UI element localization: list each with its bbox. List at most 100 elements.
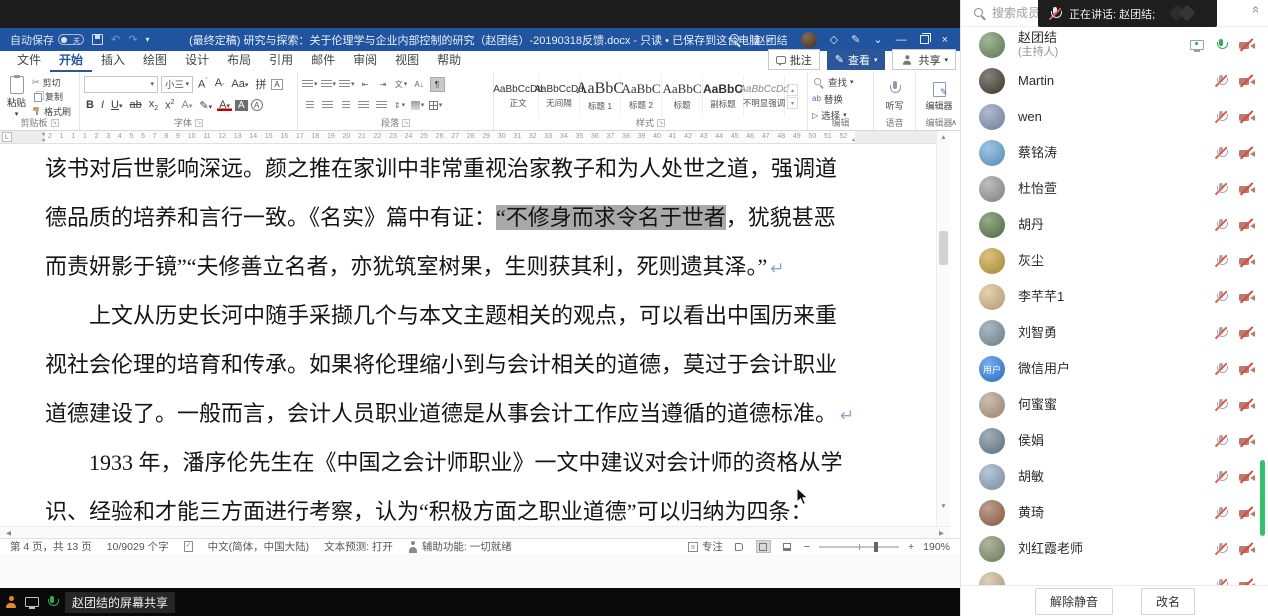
font-size-dropdown[interactable]: 小三▾ bbox=[161, 76, 193, 93]
camera-off-icon[interactable] bbox=[1238, 290, 1255, 304]
camera-off-icon[interactable] bbox=[1238, 254, 1255, 268]
dictate-button[interactable]: 听写 bbox=[878, 75, 911, 118]
word-vertical-scrollbar[interactable]: ▲ ▼ bbox=[936, 131, 950, 526]
distribute-button[interactable] bbox=[374, 98, 389, 113]
font-dialog-launcher[interactable]: ↘ bbox=[195, 119, 203, 127]
read-mode-button[interactable] bbox=[732, 540, 747, 553]
camera-off-icon[interactable] bbox=[1238, 470, 1255, 484]
camera-off-icon[interactable] bbox=[1238, 578, 1255, 585]
camera-off-icon[interactable] bbox=[1238, 146, 1255, 160]
superscript-button[interactable]: x2 bbox=[163, 99, 176, 112]
participant-row[interactable]: 刘红霞老师 bbox=[961, 531, 1268, 567]
styles-down-icon[interactable]: ▾ bbox=[787, 97, 798, 109]
rename-button[interactable]: 改名 bbox=[1141, 588, 1195, 615]
text-effects-button[interactable]: A▾ bbox=[180, 99, 195, 111]
autosave-switch-icon[interactable]: 关 bbox=[58, 34, 84, 45]
asian-layout-button[interactable]: 文▾ bbox=[394, 77, 409, 92]
borders-button[interactable]: ▾ bbox=[428, 98, 443, 113]
mic-on-icon[interactable] bbox=[1214, 38, 1228, 53]
undo-icon[interactable]: ↶ bbox=[111, 33, 120, 46]
draw-pen-icon[interactable]: ✎ bbox=[851, 33, 860, 46]
decrease-indent-button[interactable]: ⇤ bbox=[358, 77, 373, 92]
word-horizontal-scrollbar[interactable]: ◀ ▶ bbox=[0, 526, 950, 538]
shrink-font-button[interactable]: Aˇ bbox=[213, 77, 227, 91]
mic-muted-icon[interactable] bbox=[1214, 434, 1228, 449]
text-prediction[interactable]: 文本预测: 打开 bbox=[324, 539, 393, 554]
shading-button[interactable]: ▾ bbox=[410, 98, 425, 113]
tab-邮件[interactable]: 邮件 bbox=[302, 49, 344, 72]
word-count[interactable]: 10/9029 个字 bbox=[107, 539, 169, 554]
participant-scrollbar[interactable] bbox=[1260, 460, 1265, 536]
tab-绘图[interactable]: 绘图 bbox=[134, 49, 176, 72]
font-name-dropdown[interactable]: ▾ bbox=[84, 76, 158, 93]
camera-off-icon[interactable] bbox=[1238, 326, 1255, 340]
account-avatar[interactable] bbox=[801, 32, 817, 48]
style-card[interactable]: AaBbCcDd正文 bbox=[498, 75, 539, 117]
line-spacing-button[interactable]: ⇕▾ bbox=[392, 98, 407, 113]
close-button[interactable]: × bbox=[942, 34, 948, 46]
view-mode-button[interactable]: ✎查看▾ bbox=[827, 49, 886, 70]
participant-row[interactable]: 蔡铭涛 bbox=[961, 135, 1268, 171]
participant-row[interactable]: Martin bbox=[961, 63, 1268, 99]
copy-button[interactable]: 复制 bbox=[32, 90, 71, 103]
highlight-button[interactable]: ✎▾ bbox=[197, 99, 214, 112]
zoom-slider[interactable] bbox=[819, 546, 899, 548]
scroll-left-icon[interactable]: ◀ bbox=[6, 529, 11, 537]
multilevel-list-button[interactable]: ▾ bbox=[339, 77, 355, 92]
save-icon[interactable] bbox=[92, 34, 103, 45]
print-layout-button[interactable] bbox=[756, 540, 771, 553]
redo-icon[interactable]: ↷ bbox=[128, 33, 137, 46]
tab-插入[interactable]: 插入 bbox=[92, 49, 134, 72]
styles-up-icon[interactable]: ▴ bbox=[787, 84, 798, 96]
tab-布局[interactable]: 布局 bbox=[218, 49, 260, 72]
camera-off-icon[interactable] bbox=[1238, 74, 1255, 88]
participant-list[interactable]: 赵团结(主持人)Martinwen蔡铭涛杜怡萱胡丹灰尘李芊芊1刘智勇用户微信用户… bbox=[961, 27, 1268, 585]
collapse-ribbon-icon[interactable]: ∧ bbox=[951, 118, 957, 127]
participant-row[interactable] bbox=[961, 567, 1268, 585]
bold-button[interactable]: B bbox=[84, 99, 96, 111]
language-indicator[interactable]: 中文(简体，中国大陆) bbox=[208, 539, 310, 554]
participant-row[interactable]: 李芊芊1 bbox=[961, 279, 1268, 315]
enclose-characters-button[interactable]: A bbox=[251, 99, 263, 111]
participant-row[interactable]: 刘智勇 bbox=[961, 315, 1268, 351]
restore-button[interactable] bbox=[920, 35, 929, 44]
unmute-button[interactable]: 解除静音 bbox=[1035, 588, 1113, 615]
mic-muted-icon[interactable] bbox=[1214, 578, 1228, 586]
tab-文件[interactable]: 文件 bbox=[8, 49, 50, 72]
align-right-button[interactable] bbox=[338, 98, 353, 113]
tab-引用[interactable]: 引用 bbox=[260, 49, 302, 72]
mic-muted-icon[interactable] bbox=[1214, 362, 1228, 377]
proofing-icon[interactable] bbox=[184, 541, 193, 552]
page-indicator[interactable]: 第 4 页，共 13 页 bbox=[10, 539, 92, 554]
bullets-button[interactable]: ▾ bbox=[302, 77, 318, 92]
premium-gem-icon[interactable]: ◇ bbox=[830, 33, 838, 46]
participant-row[interactable]: 何蜜蜜 bbox=[961, 387, 1268, 423]
mic-muted-icon[interactable] bbox=[1214, 470, 1228, 485]
mic-muted-icon[interactable] bbox=[1214, 326, 1228, 341]
participant-row[interactable]: 杜怡萱 bbox=[961, 171, 1268, 207]
participant-row[interactable]: 用户微信用户 bbox=[961, 351, 1268, 387]
style-card[interactable]: AaBbCcDd无间隔 bbox=[539, 75, 580, 117]
tab-selector-icon[interactable]: L bbox=[2, 132, 12, 142]
qat-customize-icon[interactable]: ▾ bbox=[145, 35, 149, 44]
scroll-down-icon[interactable]: ▼ bbox=[937, 503, 950, 510]
mic-muted-icon[interactable] bbox=[1214, 290, 1228, 305]
search-icon[interactable] bbox=[729, 33, 742, 46]
change-case-button[interactable]: Aa▾ bbox=[229, 78, 250, 90]
zoom-in-button[interactable]: + bbox=[908, 541, 914, 553]
minimize-button[interactable]: — bbox=[896, 34, 907, 46]
title-dropdown-icon[interactable]: ∨ bbox=[765, 35, 771, 44]
style-card[interactable]: AaBbC标题 bbox=[662, 75, 703, 117]
sort-button[interactable]: A↓ bbox=[412, 77, 427, 92]
cut-button[interactable]: ✂剪切 bbox=[32, 76, 71, 89]
camera-off-icon[interactable] bbox=[1238, 506, 1255, 520]
paragraph-dialog-launcher[interactable]: ↘ bbox=[402, 119, 410, 127]
align-center-button[interactable] bbox=[320, 98, 335, 113]
align-left-button[interactable] bbox=[302, 98, 317, 113]
numbering-button[interactable]: ▾ bbox=[321, 77, 337, 92]
scrollbar-thumb[interactable] bbox=[939, 231, 948, 265]
ribbon-display-options-icon[interactable]: ⌄ bbox=[873, 33, 882, 46]
font-color-button[interactable]: A▾ bbox=[217, 99, 232, 111]
mic-muted-icon[interactable] bbox=[1214, 146, 1228, 161]
underline-button[interactable]: U▾ bbox=[109, 99, 124, 111]
